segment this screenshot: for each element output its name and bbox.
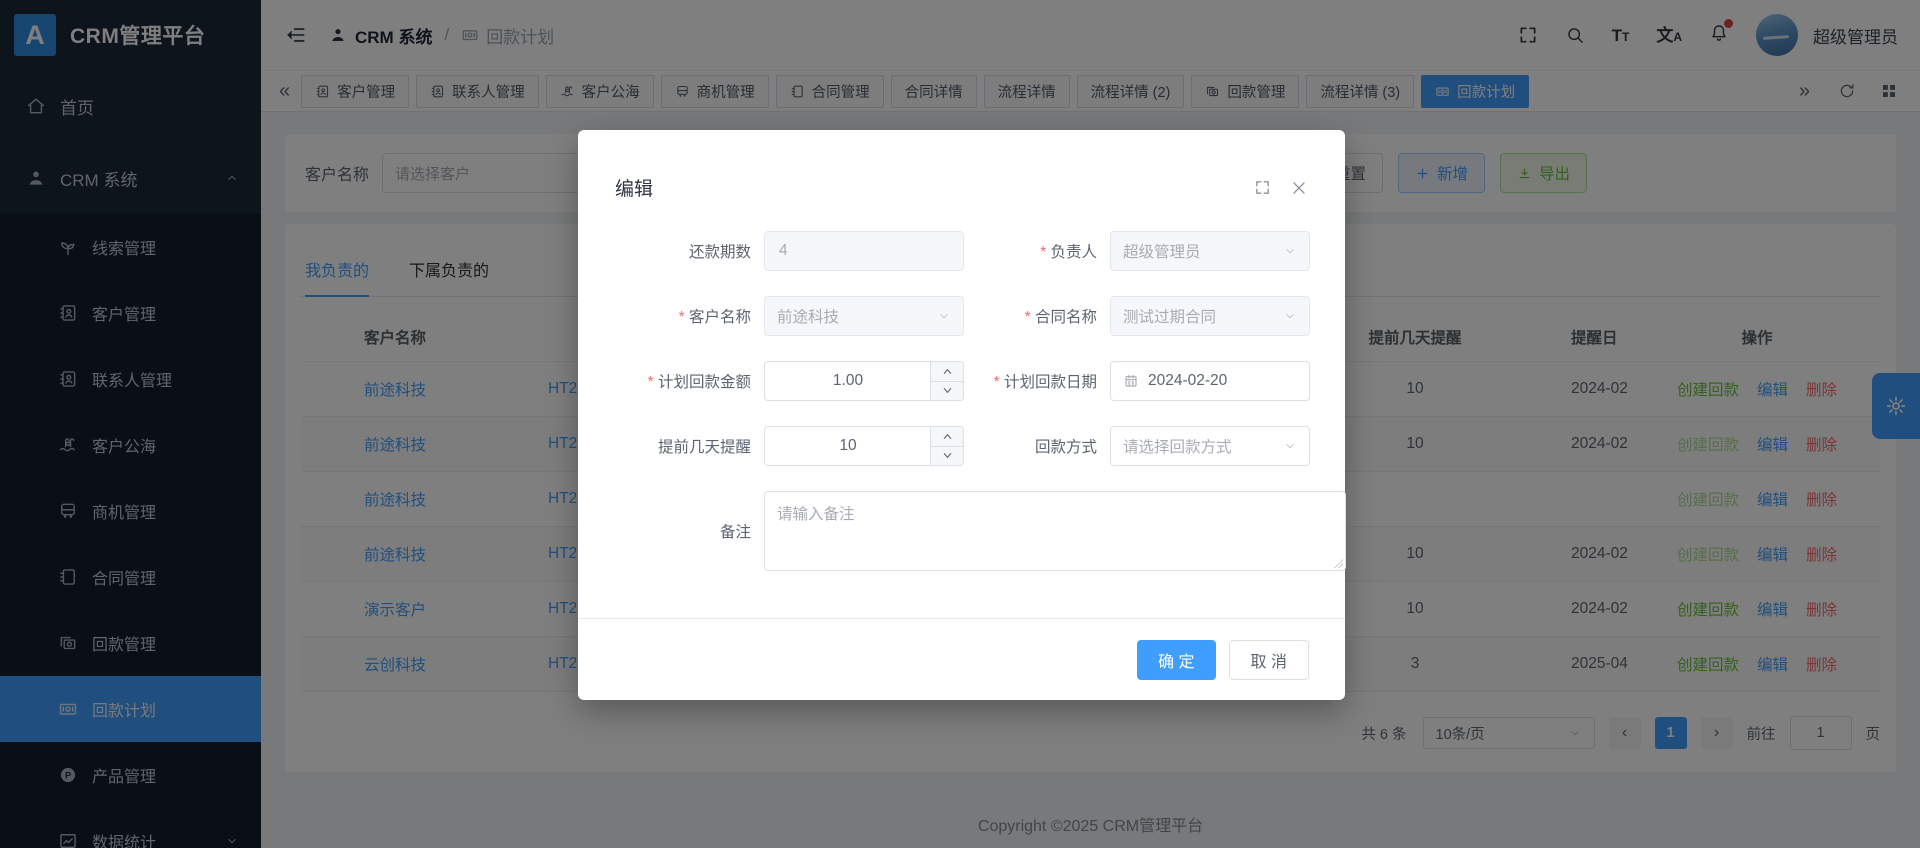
contract-select[interactable]: 测试过期合同	[1110, 296, 1310, 336]
dialog-close-icon[interactable]	[1289, 178, 1309, 198]
amount-input[interactable]: 1.00	[764, 361, 964, 401]
chevron-down-icon	[1283, 244, 1297, 258]
customer-label: 客户名称	[614, 305, 764, 327]
chevron-down-icon	[1283, 309, 1297, 323]
dialog-fullscreen-icon[interactable]	[1254, 179, 1271, 196]
chevron-down-icon	[942, 385, 953, 396]
edit-dialog: 编辑 还款期数 4 负责人 超级管理员	[578, 130, 1346, 700]
owner-value: 超级管理员	[1123, 244, 1201, 261]
periods-input[interactable]: 4	[764, 231, 964, 271]
owner-select[interactable]: 超级管理员	[1110, 231, 1310, 271]
owner-label: 负责人	[964, 240, 1110, 262]
calendar-icon	[1123, 373, 1139, 389]
method-placeholder: 请选择回款方式	[1123, 439, 1232, 456]
plan-date-label: 计划回款日期	[964, 370, 1110, 392]
amount-decrease-button[interactable]	[931, 382, 963, 401]
remind-days-increase-button[interactable]	[931, 427, 963, 447]
dialog-form: 还款期数 4 负责人 超级管理员 客户名称 前途科技	[578, 201, 1346, 571]
contract-value: 测试过期合同	[1123, 309, 1217, 326]
chevron-up-icon	[942, 366, 953, 377]
periods-label: 还款期数	[688, 244, 751, 261]
method-select[interactable]: 请选择回款方式	[1110, 426, 1310, 466]
plan-date-value: 2024-02-20	[1148, 372, 1228, 389]
dialog-footer: 确 定 取 消	[578, 618, 1345, 700]
resize-grip-icon[interactable]	[1333, 558, 1343, 568]
remind-days-label: 提前几天提醒	[657, 439, 751, 456]
dialog-header: 编辑	[578, 130, 1345, 201]
chevron-up-icon	[942, 431, 953, 442]
plan-date-input[interactable]: 2024-02-20	[1110, 361, 1310, 401]
remark-placeholder: 请输入备注	[777, 506, 855, 523]
confirm-button[interactable]: 确 定	[1137, 639, 1216, 680]
customer-value: 前途科技	[777, 309, 840, 326]
amount-label: 计划回款金额	[614, 370, 764, 392]
customer-select[interactable]: 前途科技	[764, 296, 964, 336]
remind-days-value: 10	[839, 437, 857, 454]
dialog-title: 编辑	[615, 179, 654, 200]
app-screen: A CRM管理平台 首页CRM 系统线索管理客户管理联系人管理客户公海商机管理合…	[0, 0, 1920, 848]
remind-days-input[interactable]: 10	[764, 426, 964, 466]
remark-textarea[interactable]: 请输入备注	[764, 491, 1346, 571]
amount-increase-button[interactable]	[931, 362, 963, 382]
method-label: 回款方式	[1034, 439, 1097, 456]
amount-value: 1.00	[832, 372, 864, 389]
chevron-down-icon	[942, 450, 953, 461]
contract-label: 合同名称	[964, 305, 1110, 327]
chevron-down-icon	[937, 309, 951, 323]
cancel-button[interactable]: 取 消	[1228, 639, 1309, 680]
remark-label: 备注	[719, 524, 751, 541]
remind-days-decrease-button[interactable]	[931, 447, 963, 466]
chevron-down-icon	[1283, 439, 1297, 453]
